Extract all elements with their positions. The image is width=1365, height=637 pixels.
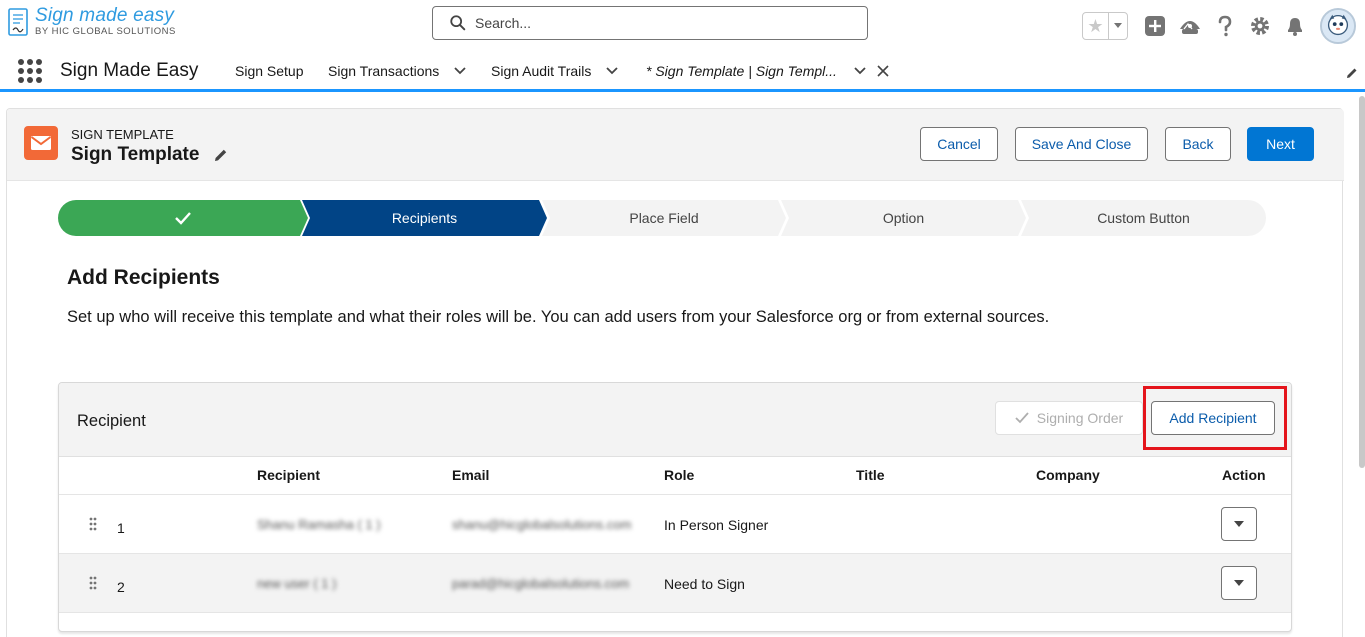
waffle-icon[interactable] — [18, 59, 42, 83]
search-icon — [450, 15, 466, 31]
global-utilities: ★ — [1082, 8, 1356, 44]
recipient-name: Shanu Ramasha ( 1 ) — [257, 517, 381, 532]
nav-item-label: Sign Transactions — [328, 63, 440, 79]
chevron-down-icon[interactable] — [605, 66, 619, 76]
pencil-icon[interactable] — [213, 147, 229, 163]
drag-handle-icon[interactable] — [89, 576, 97, 590]
table-header: Recipient Email Role Title Company Actio… — [59, 457, 1291, 495]
section-description: Set up who will receive this template an… — [67, 308, 1050, 326]
column-header: Recipient — [257, 467, 321, 483]
page-scrollbar[interactable] — [1359, 96, 1365, 468]
chevron-down-icon — [1234, 521, 1244, 527]
page-title-text: Sign Template — [71, 144, 200, 165]
row-number: 2 — [117, 579, 125, 595]
nav-item-sign-transactions[interactable]: Sign Transactions — [328, 63, 467, 79]
nav-item-label: Sign Audit Trails — [491, 63, 592, 79]
tab-label: * Sign Template | Sign Templ... — [646, 63, 837, 79]
highlight-box — [1143, 386, 1287, 450]
card-title: Recipient — [77, 412, 146, 430]
favorites-button[interactable]: ★ — [1082, 12, 1128, 40]
path-stage-recipients[interactable]: Recipients — [302, 200, 547, 236]
section-title: Add Recipients — [67, 266, 220, 289]
search-input[interactable] — [475, 15, 855, 31]
avatar[interactable] — [1320, 8, 1356, 44]
favorites-dropdown[interactable] — [1109, 13, 1127, 39]
save-and-close-button[interactable]: Save And Close — [1015, 127, 1148, 161]
recipient-card: Recipient Signing Order Add Recipient Re… — [58, 382, 1292, 632]
row-action-button[interactable] — [1221, 507, 1257, 541]
document-sign-icon — [8, 6, 30, 38]
table-row: 1 Shanu Ramasha ( 1 ) shanu@hicglobalsol… — [59, 495, 1291, 554]
cancel-button[interactable]: Cancel — [920, 127, 998, 161]
brand-logo[interactable]: Sign made easy BY HIC GLOBAL SOLUTIONS — [8, 6, 176, 38]
column-header: Company — [1036, 467, 1100, 483]
recipient-role: In Person Signer — [664, 517, 769, 533]
column-header: Email — [452, 467, 490, 483]
bell-icon[interactable] — [1283, 14, 1307, 38]
global-search[interactable] — [432, 6, 868, 40]
path-stage-custom-button[interactable]: Custom Button — [1021, 200, 1266, 236]
row-number: 1 — [117, 520, 125, 536]
recipient-role: Need to Sign — [664, 576, 745, 592]
check-icon — [175, 212, 191, 225]
help-icon[interactable] — [1213, 14, 1237, 38]
app-name: Sign Made Easy — [60, 60, 199, 81]
email-icon — [24, 126, 58, 160]
page-container: SIGN TEMPLATE Sign Template Cancel Save … — [6, 108, 1344, 637]
chevron-down-icon — [1234, 580, 1244, 586]
recipient-email: parad@hicglobalsolutions.com — [452, 576, 630, 591]
nav-item-sign-audit-trails[interactable]: Sign Audit Trails — [491, 63, 619, 79]
star-icon[interactable]: ★ — [1083, 13, 1109, 39]
brand-subtitle: BY HIC GLOBAL SOLUTIONS — [35, 26, 176, 37]
chevron-down-icon — [1114, 23, 1122, 28]
recipient-name: new user ( 1 ) — [257, 576, 337, 591]
global-header: Sign made easy BY HIC GLOBAL SOLUTIONS ★ — [0, 0, 1365, 48]
column-header: Role — [664, 467, 695, 483]
progress-path: Recipients Place Field Option Custom But… — [58, 200, 1266, 236]
page-header: SIGN TEMPLATE Sign Template Cancel Save … — [7, 109, 1344, 181]
column-header: Title — [856, 467, 885, 483]
plus-icon[interactable] — [1143, 14, 1167, 38]
brand-title: Sign made easy — [35, 5, 175, 26]
column-header: Action — [1222, 467, 1266, 483]
gear-icon[interactable] — [1248, 14, 1272, 38]
nav-item-sign-setup[interactable]: Sign Setup — [235, 63, 304, 79]
row-action-button[interactable] — [1221, 566, 1257, 600]
signing-order-button[interactable]: Signing Order — [995, 401, 1143, 435]
check-icon — [1015, 412, 1029, 424]
card-header: Recipient Signing Order Add Recipient — [59, 383, 1291, 457]
chevron-down-icon[interactable] — [453, 66, 467, 76]
page-eyebrow: SIGN TEMPLATE — [71, 127, 174, 142]
back-button[interactable]: Back — [1165, 127, 1231, 161]
path-stage-complete[interactable] — [58, 200, 308, 236]
page-title: Sign Template — [71, 144, 229, 166]
edit-nav-pencil-icon[interactable] — [1345, 66, 1359, 83]
table-row: 2 new user ( 1 ) parad@hicglobalsolution… — [59, 554, 1291, 613]
path-stage-place-field[interactable]: Place Field — [542, 200, 786, 236]
nav-item-label: Sign Setup — [235, 63, 304, 79]
chevron-down-icon[interactable] — [853, 66, 867, 76]
next-button[interactable]: Next — [1247, 127, 1314, 161]
recipient-email: shanu@hicglobalsolutions.com — [452, 517, 632, 532]
signing-order-label: Signing Order — [1036, 410, 1124, 426]
close-icon[interactable] — [877, 65, 889, 77]
drag-handle-icon[interactable] — [89, 517, 97, 531]
tab-sign-template[interactable]: * Sign Template | Sign Templ... — [646, 63, 889, 79]
app-navigation: Sign Made Easy Sign Setup Sign Transacti… — [0, 50, 1365, 92]
trailhead-icon[interactable] — [1178, 14, 1202, 38]
path-stage-option[interactable]: Option — [781, 200, 1026, 236]
